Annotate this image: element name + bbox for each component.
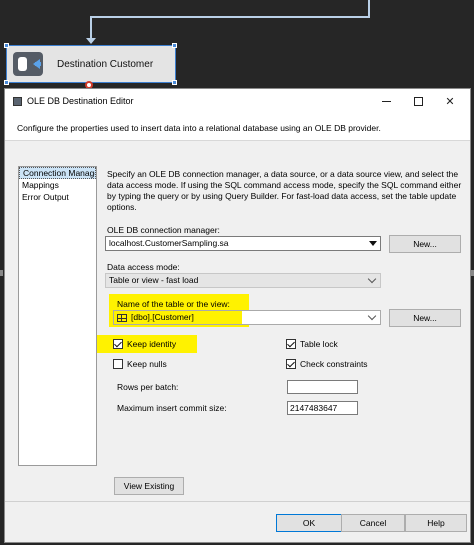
minimize-icon — [381, 100, 391, 102]
maximize-icon — [413, 96, 423, 106]
path-connector — [90, 16, 92, 40]
connection-manager-label: OLE DB connection manager: — [107, 225, 220, 235]
check-constraints-checkbox[interactable] — [286, 359, 296, 369]
cancel-button[interactable]: Cancel — [341, 514, 405, 532]
nav-item-error-output[interactable]: Error Output — [19, 191, 96, 203]
maximize-button[interactable] — [406, 89, 430, 113]
resize-handle[interactable] — [172, 43, 177, 48]
rows-per-batch-label: Rows per batch: — [117, 382, 179, 392]
close-button[interactable]: ✕ — [438, 89, 462, 113]
rows-per-batch-input[interactable] — [287, 380, 358, 394]
keep-nulls-label: Keep nulls — [127, 359, 167, 369]
access-mode-value: Table or view - fast load — [109, 275, 199, 285]
nav-item-connection-manager[interactable]: Connection Manager — [19, 167, 96, 179]
ok-button[interactable]: OK — [276, 514, 342, 532]
header-description: Configure the properties used to insert … — [17, 123, 381, 133]
check-constraints-label: Check constraints — [300, 359, 368, 369]
component-label: Destination Customer — [57, 58, 154, 70]
nav-item-mappings[interactable]: Mappings — [19, 179, 96, 191]
footer-divider — [5, 501, 470, 502]
page-navigation-list[interactable]: Connection Manager Mappings Error Output — [18, 166, 97, 466]
keep-identity-label: Keep identity — [127, 339, 177, 349]
minimize-button[interactable] — [374, 89, 398, 113]
keep-identity-checkbox[interactable] — [113, 339, 123, 349]
max-commit-size-label: Maximum insert commit size: — [117, 403, 227, 413]
title-bar[interactable]: OLE DB Destination Editor ✕ — [5, 89, 470, 113]
help-button[interactable]: Help — [405, 514, 467, 532]
header-panel: Configure the properties used to insert … — [5, 113, 470, 141]
path-arrow-icon — [86, 38, 96, 44]
connection-manager-value: localhost.CustomerSampling.sa — [109, 238, 229, 248]
table-name-select[interactable]: [dbo].[Customer] — [113, 310, 381, 325]
ole-db-destination-icon — [13, 52, 43, 76]
path-connector — [90, 16, 370, 18]
chevron-down-icon — [367, 274, 377, 284]
table-grid-icon — [117, 312, 131, 322]
close-icon: ✕ — [445, 95, 455, 108]
connection-manager-select[interactable]: localhost.CustomerSampling.sa — [105, 236, 381, 251]
keep-nulls-checkbox[interactable] — [113, 359, 123, 369]
table-lock-label: Table lock — [300, 339, 338, 349]
destination-component[interactable]: Destination Customer — [6, 45, 176, 83]
table-lock-checkbox[interactable] — [286, 339, 296, 349]
view-existing-button[interactable]: View Existing — [114, 477, 184, 495]
table-name-value: [dbo].[Customer] — [131, 312, 194, 322]
table-name-label: Name of the table or the view: — [117, 299, 230, 309]
page-description: Specify an OLE DB connection manager, a … — [107, 169, 462, 212]
dropdown-arrow-icon — [369, 241, 377, 246]
canvas-edge-marker — [0, 270, 3, 276]
window-title: OLE DB Destination Editor — [27, 96, 134, 106]
max-commit-size-input[interactable]: 2147483647 — [287, 401, 358, 415]
access-mode-label: Data access mode: — [107, 262, 180, 272]
new-table-button[interactable]: New... — [389, 309, 461, 327]
ole-db-destination-editor: OLE DB Destination Editor ✕ Configure th… — [4, 88, 471, 543]
chevron-down-icon — [367, 311, 377, 321]
app-icon — [13, 96, 22, 106]
new-connection-button[interactable]: New... — [389, 235, 461, 253]
access-mode-select[interactable]: Table or view - fast load — [105, 273, 381, 288]
resize-handle[interactable] — [4, 43, 9, 48]
resize-handle[interactable] — [4, 80, 9, 85]
resize-handle[interactable] — [172, 80, 177, 85]
